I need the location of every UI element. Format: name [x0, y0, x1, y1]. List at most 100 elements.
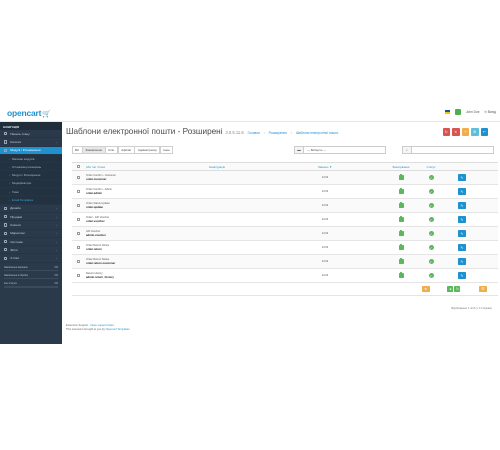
check-circle-icon[interactable]: ✓ — [428, 231, 434, 236]
filter-tab[interactable]: Кліє. — [105, 146, 119, 154]
row-checkbox[interactable] — [76, 274, 80, 277]
gear-icon[interactable]: ⚙ — [471, 128, 479, 136]
column-status[interactable]: Статус — [416, 165, 446, 169]
table-footer-row: ★ ● ↻ ☰ — [72, 283, 498, 296]
table-row: Order Return Status order.return.customer… — [72, 255, 498, 269]
sidebar-item[interactable]: Дизайн › — [0, 205, 62, 213]
sidebar-item[interactable]: › Магазин модулів — [0, 154, 62, 164]
sidebar-item[interactable]: › Модифікатори — [0, 179, 62, 189]
column-name[interactable]: Або тип / Ключ — [84, 165, 170, 169]
support-link[interactable]: Open support ticket — [90, 324, 113, 327]
refresh-all-button[interactable]: ↻ — [454, 285, 461, 293]
row-checkbox[interactable] — [76, 232, 80, 235]
edit-button[interactable]: ✎ — [458, 244, 466, 251]
sidebar-item[interactable]: › Установка розширень — [0, 163, 62, 172]
thumbs-up-icon[interactable] — [398, 230, 404, 236]
sidebar-item[interactable]: Продажі › — [0, 213, 62, 222]
breadcrumb-extensions[interactable]: Розширення — [269, 131, 287, 135]
thumbs-up-icon[interactable] — [398, 188, 404, 194]
column-backup[interactable]: Бекапування — [386, 165, 416, 169]
edit-button[interactable]: ✎ — [458, 174, 466, 181]
sidebar-item[interactable]: Звіти › — [0, 246, 62, 255]
sidebar-item[interactable]: Клієнти › — [0, 221, 62, 230]
opencart-logo[interactable]: opencart🛒 — [7, 108, 51, 118]
user-name[interactable]: John Doe — [466, 110, 480, 114]
filter-tab[interactable]: Замовлення — [82, 146, 106, 154]
filter-tab[interactable]: Інше — [159, 146, 174, 154]
sidebar-item[interactable]: X-Cart › — [0, 254, 62, 263]
template-name-cell: Gift Voucher admin.voucher — [84, 230, 170, 237]
store-select-group: ▬ --- Виберіть --- — [294, 146, 386, 154]
updated-cell: 12:04 — [321, 218, 329, 221]
thumbs-up-icon[interactable] — [398, 244, 404, 250]
row-checkbox[interactable] — [76, 246, 80, 249]
refresh-icon[interactable]: ↻ — [442, 128, 450, 136]
edit-button[interactable]: ✎ — [458, 258, 466, 265]
actions-cell: ✎ — [446, 188, 478, 195]
filter-bar: Всі Замовлення Кліє. Афіліат Адміністратор Ін… — [71, 146, 498, 154]
row-checkbox[interactable] — [76, 218, 80, 221]
row-checkbox[interactable] — [76, 260, 80, 263]
template-key: order.admin — [86, 190, 103, 195]
plus-icon[interactable]: + — [461, 128, 469, 136]
actions-cell: ✎ — [446, 202, 478, 209]
row-select-cell — [72, 176, 84, 179]
breadcrumb-separator: › — [263, 131, 265, 135]
thumbs-up-icon[interactable] — [398, 258, 404, 264]
check-circle-icon[interactable]: ✓ — [428, 189, 434, 194]
search-input[interactable] — [412, 146, 494, 154]
check-circle-icon[interactable]: ✓ — [428, 259, 434, 264]
check-circle-icon[interactable]: ✓ — [428, 175, 434, 180]
sidebar-item[interactable]: Маркетинг › — [0, 230, 62, 238]
sidebar-item[interactable]: Система › — [0, 238, 62, 247]
row-checkbox[interactable] — [76, 190, 80, 193]
flag-icon[interactable] — [444, 110, 450, 114]
edit-button[interactable]: ✎ — [458, 216, 466, 223]
check-circle-icon[interactable]: ✓ — [428, 217, 434, 222]
row-select-cell — [72, 190, 84, 193]
filter-tab[interactable]: Адміністратор — [134, 146, 161, 154]
edit-button[interactable]: ✎ — [458, 188, 466, 195]
column-files[interactable]: Конф/ураціи — [170, 165, 264, 169]
thumbs-up-icon[interactable] — [398, 202, 404, 208]
check-circle-icon[interactable]: ✓ — [428, 245, 434, 250]
row-checkbox[interactable] — [76, 204, 80, 207]
breadcrumb-email-templates[interactable]: Шаблони електронної пошти — [296, 131, 339, 135]
table-row: Order - Gift Voucher order.voucher 12:04 ✓ ✎ — [72, 213, 498, 227]
thumbs-up-icon[interactable] — [398, 216, 404, 222]
edit-button[interactable]: ✎ — [458, 202, 466, 209]
check-circle-icon[interactable]: ✓ — [428, 273, 434, 278]
thumbs-up-icon[interactable] — [398, 174, 404, 180]
status-cell: ✓ — [416, 175, 446, 180]
sidebar-item[interactable]: Панель стану — [0, 130, 62, 139]
check-circle-icon[interactable]: ✓ — [428, 203, 434, 208]
table-row: Order Return Notice order.return 12:04 ✓ ✎ — [72, 241, 498, 255]
filter-tab[interactable]: Всі — [71, 146, 83, 154]
sidebar-item[interactable]: › Модулі / Розширення — [0, 171, 62, 180]
sidebar-item[interactable]: Модулі / Розширення ⌄ — [0, 146, 62, 155]
column-updated[interactable]: Змінено ▼ — [264, 165, 386, 169]
store-select-value: --- Виберіть --- — [307, 148, 327, 152]
breadcrumb-home[interactable]: Головна — [248, 131, 260, 135]
edit-button[interactable]: ✎ — [458, 272, 466, 279]
select-all-checkbox[interactable] — [76, 165, 80, 168]
enable-all-button[interactable]: ● — [447, 285, 454, 293]
app-root: opencart🛒 John Doe ⏻ Вихід НАВІГАЦІЯ Пан… — [0, 0, 500, 450]
back-icon[interactable]: ↩ — [480, 128, 488, 136]
edit-button[interactable]: ✎ — [458, 230, 466, 237]
logout-link[interactable]: ⏻ Вихід — [485, 110, 497, 114]
row-checkbox[interactable] — [76, 176, 80, 179]
backup-all-button[interactable]: ★ — [421, 285, 430, 293]
sidebar-item[interactable]: › Email Templates — [0, 196, 62, 205]
store-select[interactable]: --- Виберіть --- — [304, 146, 386, 154]
avatar[interactable] — [454, 109, 461, 115]
thumbs-up-icon[interactable] — [398, 272, 404, 278]
sidebar-item[interactable]: › Теми — [0, 188, 62, 197]
search-icon[interactable]: ⌕ — [402, 146, 412, 154]
bulk-action-button[interactable]: ☰ — [479, 285, 487, 293]
filter-tab[interactable]: Афіліат — [117, 146, 135, 154]
store-icon[interactable]: ▬ — [294, 146, 304, 154]
sidebar-item[interactable]: Каталог › — [0, 138, 62, 147]
credit-link[interactable]: Opencart Templates — [106, 328, 130, 331]
trash-icon[interactable]: ✕ — [452, 128, 460, 136]
